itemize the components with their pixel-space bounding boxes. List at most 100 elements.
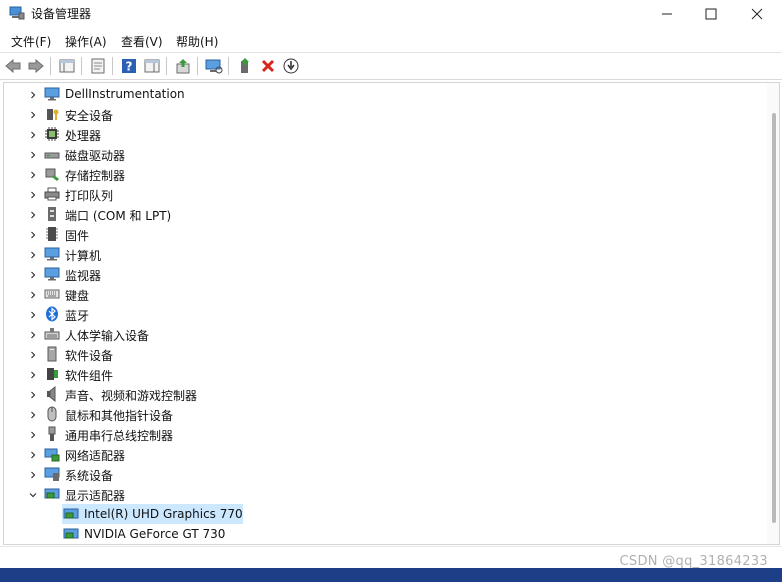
display-adapter-icon [44,486,60,502]
tree-category-row[interactable]: 系统设备 [4,464,754,484]
chevron-right-icon[interactable] [28,409,38,419]
chevron-right-icon[interactable] [28,109,38,119]
toolbar: ? [0,53,782,79]
tree-category-label: 鼠标和其他指针设备 [65,409,174,423]
tree-category-row[interactable]: 软件组件 [4,364,754,384]
chevron-right-icon[interactable] [28,209,38,219]
tree-category-label: 通用串行总线控制器 [65,429,174,443]
help-button[interactable]: ? [119,56,139,76]
chevron-right-icon[interactable] [28,309,38,319]
close-button[interactable] [734,0,780,28]
tree-category-row[interactable]: 安全设备 [4,104,754,124]
chevron-right-icon[interactable] [28,389,38,399]
tree-category-row[interactable]: 声音、视频和游戏控制器 [4,384,754,404]
scrollbar-thumb[interactable] [772,113,776,523]
maximize-button[interactable] [688,0,734,28]
chevron-right-icon[interactable] [28,129,38,139]
tree-category-row[interactable]: 计算机 [4,244,754,264]
update-driver-icon [176,59,190,74]
menu-action[interactable]: 操作(A) [65,33,107,50]
tree-category-label: 人体学输入设备 [65,329,150,343]
tree-category-label: 固件 [65,229,90,243]
add-driver-button[interactable] [235,56,255,76]
tree-category-row[interactable]: 鼠标和其他指针设备 [4,404,754,424]
network-adapter-icon [44,446,60,462]
chevron-right-icon[interactable] [28,269,38,279]
tree-category-row[interactable]: 网络适配器 [4,444,754,464]
tree-category-row[interactable]: 显示适配器 [4,484,754,504]
toolbar-divider [0,79,782,80]
speaker-icon [44,385,60,403]
back-button[interactable] [3,56,23,76]
tree-category-row[interactable]: DellInstrumentation [4,84,754,104]
monitor-icon [44,266,60,282]
menu-help[interactable]: 帮助(H) [176,33,218,50]
tree-category-row[interactable]: 处理器 [4,124,754,144]
properties-icon [91,58,105,74]
tree-category-row[interactable]: 监视器 [4,264,754,284]
tree-category-row[interactable]: 固件 [4,224,754,244]
tree-device-row[interactable]: Intel(R) UHD Graphics 770 [4,504,754,524]
computer-icon [44,246,60,262]
chevron-right-icon[interactable] [28,289,38,299]
tree-category-label: 磁盘驱动器 [65,149,126,163]
chevron-right-icon[interactable] [28,149,38,159]
tree-category-row[interactable]: 磁盘驱动器 [4,144,754,164]
status-bar: CSDN @qq_31864233 [0,546,782,569]
storage-controller-icon [44,166,60,182]
scan-hardware-button[interactable] [204,56,224,76]
tree-category-label: 蓝牙 [65,309,90,323]
tree-category-row[interactable]: 键盘 [4,284,754,304]
toolbar-separator [81,57,82,75]
action-pane-button[interactable] [142,56,162,76]
chevron-right-icon[interactable] [28,229,38,239]
display-adapter-icon [63,526,79,542]
tree-device-row[interactable]: NVIDIA GeForce GT 730 [4,524,754,544]
toolbar-separator [50,57,51,75]
title-bar: 设备管理器 [0,0,782,28]
chevron-right-icon[interactable] [28,249,38,259]
tree-category-row[interactable]: 打印队列 [4,184,754,204]
properties-button[interactable] [88,56,108,76]
show-hide-tree-button[interactable] [57,56,77,76]
forward-button[interactable] [26,56,46,76]
chevron-right-icon[interactable] [28,329,38,339]
chevron-right-icon[interactable] [28,429,38,439]
port-icon [44,206,60,222]
chevron-right-icon[interactable] [28,449,38,459]
tree-category-row[interactable]: 存储控制器 [4,164,754,184]
uninstall-button[interactable] [258,56,278,76]
chevron-right-icon[interactable] [28,369,38,379]
taskbar-strip [0,568,782,582]
chevron-right-icon[interactable] [28,349,38,359]
minimize-button[interactable] [644,0,690,28]
tree-category-row[interactable]: 蓝牙 [4,304,754,324]
tree-category-row[interactable]: 通用串行总线控制器 [4,424,754,444]
window-title: 设备管理器 [31,7,92,21]
update-driver-button[interactable] [173,56,193,76]
tree-category-row[interactable]: 人体学输入设备 [4,324,754,344]
watermark-text: CSDN @qq_31864233 [619,554,768,569]
tree-category-row[interactable]: 端口 (COM 和 LPT) [4,204,754,224]
system-device-icon [44,466,60,482]
bluetooth-icon [44,306,60,322]
tree-category-label: 打印队列 [65,189,114,203]
device-tree[interactable]: DellInstrumentation 安全设备 处理器磁盘驱动器 存储控制器打印队列… [3,82,780,545]
download-button[interactable] [281,56,301,76]
action-pane-icon [144,59,160,73]
toolbar-separator [197,57,198,75]
tree-category-label: 网络适配器 [65,449,126,463]
chevron-right-icon[interactable] [28,89,38,99]
menu-file[interactable]: 文件(F) [11,33,51,50]
vertical-scrollbar[interactable] [767,83,779,544]
menu-view[interactable]: 查看(V) [121,33,163,50]
processor-icon [44,126,60,142]
chevron-right-icon[interactable] [28,189,38,199]
software-component-icon [44,366,60,382]
chevron-right-icon[interactable] [28,169,38,179]
back-arrow-icon [5,58,21,74]
tree-category-row[interactable]: 软件设备 [4,344,754,364]
chevron-right-icon[interactable] [28,469,38,479]
chevron-down-icon[interactable] [28,489,38,499]
tree-category-label: 显示适配器 [65,489,126,503]
